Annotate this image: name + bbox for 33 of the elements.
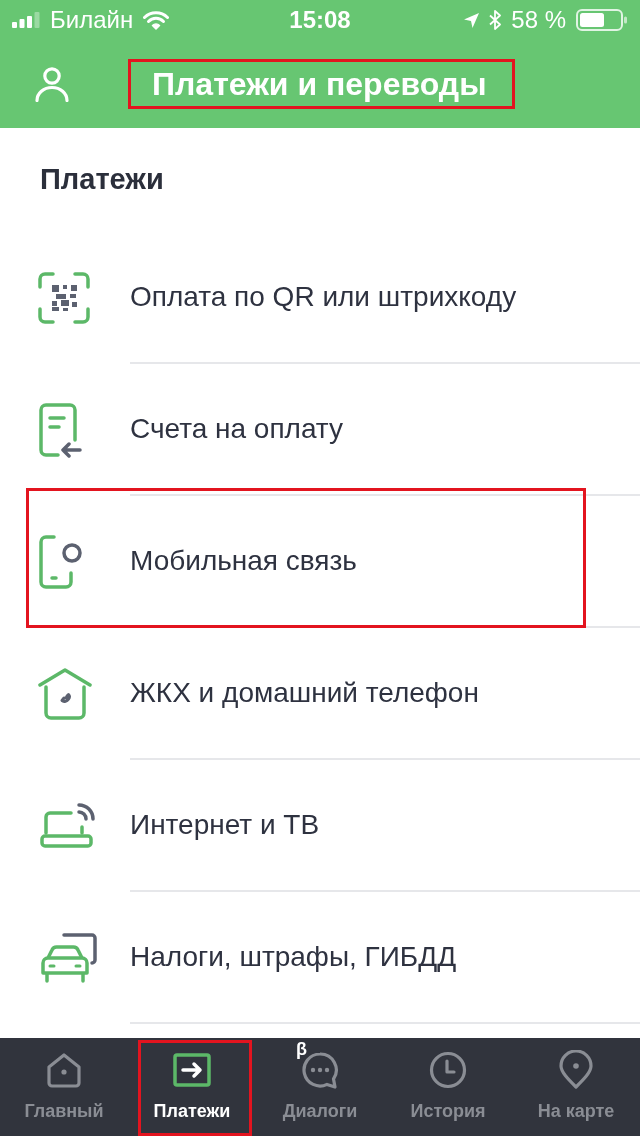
signal-icon (12, 12, 40, 28)
car-document-icon (38, 932, 100, 984)
battery-percent: 58 % (511, 5, 566, 35)
carrier-name: Билайн (50, 5, 134, 35)
arrow-square-icon (172, 1050, 212, 1090)
section-heading: Платежи (39, 162, 165, 198)
bluetooth-icon (489, 10, 502, 30)
screen-title: Платежи и переводы (152, 66, 487, 102)
qr-code-icon (38, 272, 90, 324)
location-arrow-icon (464, 12, 480, 28)
tab-button[interactable]: На карте (512, 1038, 640, 1136)
clock-icon (428, 1050, 468, 1090)
battery-icon (576, 9, 628, 31)
payment-category-item[interactable]: Счета на оплату (130, 408, 343, 450)
beta-label: β (296, 1040, 307, 1058)
payment-category-item[interactable]: ЖКХ и домашний телефон (130, 672, 479, 714)
profile-icon[interactable] (35, 66, 69, 102)
router-icon (38, 803, 96, 849)
payment-category-item[interactable]: Мобильная связь (130, 540, 357, 582)
document-arrow-icon (38, 402, 82, 458)
map-pin-icon (556, 1050, 596, 1090)
house-phone-icon (38, 667, 92, 721)
tab-button[interactable]: Платежи (128, 1038, 256, 1136)
payment-category-item[interactable]: Оплата по QR или штрихкоду (130, 276, 517, 318)
tab-button[interactable]: История (384, 1038, 512, 1136)
payment-category-item[interactable]: Налоги, штрафы, ГИБДД (130, 936, 457, 978)
payment-category-item[interactable]: Интернет и ТВ (130, 804, 320, 846)
tab-button[interactable]: β Диалоги (256, 1038, 384, 1136)
tab-button[interactable]: Главный (0, 1038, 128, 1136)
home-icon (44, 1050, 84, 1090)
wifi-icon (143, 10, 170, 30)
clock-time: 15:08 (289, 5, 351, 35)
phone-icon (38, 534, 84, 590)
